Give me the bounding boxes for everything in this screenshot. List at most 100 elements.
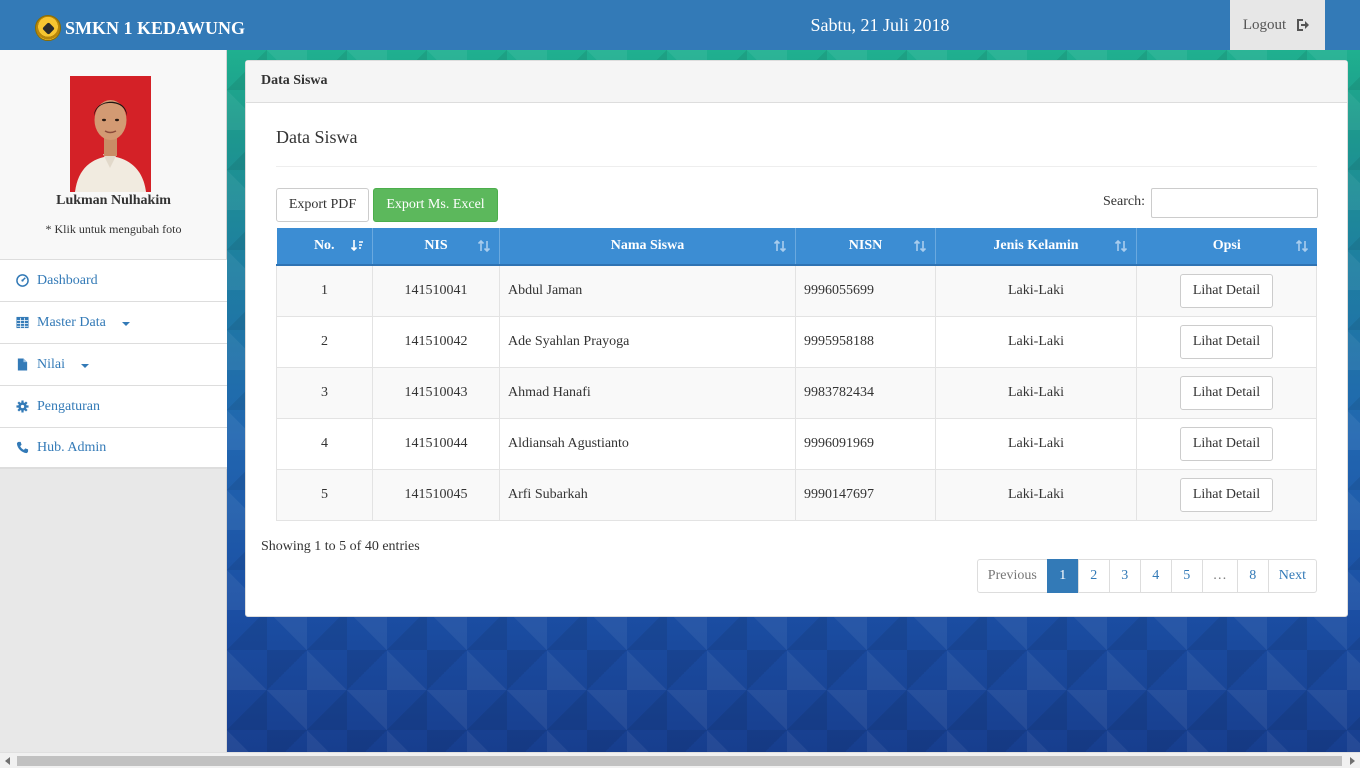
column-header-nama-siswa[interactable]: Nama Siswa bbox=[499, 228, 796, 266]
export-pdf-button[interactable]: Export PDF bbox=[276, 188, 369, 222]
lihat-detail-button[interactable]: Lihat Detail bbox=[1180, 324, 1273, 359]
pagination-page-5[interactable]: 5 bbox=[1170, 559, 1203, 593]
table-row: 1 141510041 Abdul Jaman 9996055699 Laki-… bbox=[276, 264, 1317, 317]
cell-nisn: 9983782434 bbox=[795, 366, 936, 419]
cell-opsi: Lihat Detail bbox=[1136, 366, 1317, 419]
column-header-jenis-kelamin[interactable]: Jenis Kelamin bbox=[935, 228, 1137, 266]
column-header-label: No. bbox=[313, 238, 335, 253]
gear-icon bbox=[16, 400, 29, 413]
profile-avatar-icon bbox=[70, 76, 151, 192]
pagination-ellipsis: … bbox=[1201, 559, 1238, 593]
cell-jenis-kelamin: Laki-Laki bbox=[935, 264, 1137, 317]
export-excel-button[interactable]: Export Ms. Excel bbox=[373, 188, 498, 222]
sidebar-item-label: Pengaturan bbox=[37, 398, 100, 414]
table-row: 2 141510042 Ade Syahlan Prayoga 99959581… bbox=[276, 315, 1317, 368]
scroll-left-icon[interactable] bbox=[5, 757, 10, 765]
cell-nis: 141510045 bbox=[372, 468, 500, 521]
cell-opsi: Lihat Detail bbox=[1136, 264, 1317, 317]
divider bbox=[276, 166, 1317, 167]
pagination: Previous 1 2 3 4 5 … 8 Next bbox=[976, 559, 1317, 593]
students-table: No. NIS Nama Siswa NISN Jenis Kelamin Op… bbox=[276, 228, 1317, 521]
table-header-row: No. NIS Nama Siswa NISN Jenis Kelamin Op… bbox=[276, 228, 1317, 266]
brand-title: SMKN 1 KEDAWUNG bbox=[65, 17, 246, 38]
cell-no: 3 bbox=[276, 366, 373, 419]
pagination-page-3[interactable]: 3 bbox=[1108, 559, 1141, 593]
sidebar-item-pengaturan[interactable]: Pengaturan bbox=[0, 385, 227, 427]
table-icon bbox=[16, 316, 29, 329]
horizontal-scrollbar[interactable] bbox=[0, 752, 1360, 768]
page-title: Data Siswa bbox=[276, 127, 358, 147]
cell-no: 4 bbox=[276, 417, 373, 470]
sort-icon bbox=[1295, 239, 1308, 253]
lihat-detail-button[interactable]: Lihat Detail bbox=[1180, 477, 1273, 512]
search-label: Search: bbox=[1103, 194, 1145, 209]
cell-nama: Aldiansah Agustianto bbox=[499, 417, 796, 470]
pagination-next[interactable]: Next bbox=[1267, 559, 1317, 593]
profile-photo-hint: * Klik untuk mengubah foto bbox=[45, 222, 182, 236]
sidebar-item-master-data[interactable]: Master Data bbox=[0, 301, 227, 343]
cell-nama: Ahmad Hanafi bbox=[499, 366, 796, 419]
scroll-right-icon[interactable] bbox=[1350, 757, 1355, 765]
lihat-detail-button[interactable]: Lihat Detail bbox=[1180, 426, 1273, 461]
cell-nisn: 9995958188 bbox=[795, 315, 936, 368]
pagination-page-2[interactable]: 2 bbox=[1077, 559, 1110, 593]
sidebar: Lukman Nulhakim * Klik untuk mengubah fo… bbox=[0, 50, 227, 752]
table-info: Showing 1 to 5 of 40 entries bbox=[261, 539, 420, 554]
logout-label: Logout bbox=[1242, 16, 1287, 33]
pagination-page-1[interactable]: 1 bbox=[1046, 559, 1079, 593]
scrollbar-thumb[interactable] bbox=[17, 756, 1342, 766]
cell-no: 5 bbox=[276, 468, 373, 521]
column-header-label: NIS bbox=[424, 238, 448, 253]
chevron-down-icon bbox=[81, 363, 89, 368]
dashboard-icon bbox=[16, 274, 29, 287]
sort-icon bbox=[477, 239, 491, 253]
brand[interactable]: SMKN 1 KEDAWUNG bbox=[35, 13, 245, 43]
sidebar-item-nilai[interactable]: Nilai bbox=[0, 343, 227, 385]
logout-icon bbox=[1297, 19, 1310, 31]
sidebar-item-label: Hub. Admin bbox=[37, 439, 107, 455]
file-icon bbox=[17, 358, 28, 371]
cell-nis: 141510043 bbox=[372, 366, 500, 419]
sort-icon bbox=[913, 239, 927, 253]
cell-no: 1 bbox=[276, 264, 373, 317]
cell-nama: Ade Syahlan Prayoga bbox=[499, 315, 796, 368]
pagination-previous[interactable]: Previous bbox=[976, 559, 1048, 593]
sort-asc-icon bbox=[350, 240, 363, 252]
sidebar-item-dashboard[interactable]: Dashboard bbox=[0, 259, 227, 301]
cell-jenis-kelamin: Laki-Laki bbox=[935, 468, 1137, 521]
cell-nis: 141510041 bbox=[372, 264, 500, 317]
panel-heading: Data Siswa bbox=[246, 61, 1347, 103]
chevron-down-icon bbox=[121, 321, 130, 326]
school-logo-icon bbox=[35, 15, 61, 41]
cell-nama: Arfi Subarkah bbox=[499, 468, 796, 521]
column-header-label: Opsi bbox=[1212, 238, 1241, 253]
column-header-label: NISN bbox=[848, 238, 883, 253]
cell-nisn: 9996055699 bbox=[795, 264, 936, 317]
cell-jenis-kelamin: Laki-Laki bbox=[935, 315, 1137, 368]
pagination-page-8[interactable]: 8 bbox=[1236, 559, 1269, 593]
cell-nis: 141510042 bbox=[372, 315, 500, 368]
sort-icon bbox=[1114, 239, 1128, 253]
sidebar-menu: Dashboard Master Data Nilai Pengaturan H… bbox=[0, 259, 227, 469]
current-date: Sabtu, 21 Juli 2018 bbox=[810, 15, 950, 35]
profile-photo[interactable] bbox=[70, 76, 151, 192]
column-header-nis[interactable]: NIS bbox=[372, 228, 500, 266]
cell-no: 2 bbox=[276, 315, 373, 368]
column-header-label: Nama Siswa bbox=[610, 238, 685, 253]
column-header-nisn[interactable]: NISN bbox=[795, 228, 936, 266]
cell-nama: Abdul Jaman bbox=[499, 264, 796, 317]
cell-opsi: Lihat Detail bbox=[1136, 315, 1317, 368]
cell-jenis-kelamin: Laki-Laki bbox=[935, 366, 1137, 419]
lihat-detail-button[interactable]: Lihat Detail bbox=[1180, 273, 1273, 308]
sidebar-item-label: Master Data bbox=[37, 314, 106, 330]
lihat-detail-button[interactable]: Lihat Detail bbox=[1180, 375, 1273, 410]
sidebar-item-hub-admin[interactable]: Hub. Admin bbox=[0, 427, 227, 469]
column-header-opsi[interactable]: Opsi bbox=[1136, 228, 1317, 266]
pagination-page-4[interactable]: 4 bbox=[1139, 559, 1172, 593]
phone-icon bbox=[16, 441, 29, 454]
cell-nis: 141510044 bbox=[372, 417, 500, 470]
table-row: 4 141510044 Aldiansah Agustianto 9996091… bbox=[276, 417, 1317, 470]
search-input[interactable] bbox=[1151, 188, 1318, 218]
column-header-no[interactable]: No. bbox=[276, 228, 373, 266]
logout-button[interactable]: Logout bbox=[1230, 0, 1325, 50]
